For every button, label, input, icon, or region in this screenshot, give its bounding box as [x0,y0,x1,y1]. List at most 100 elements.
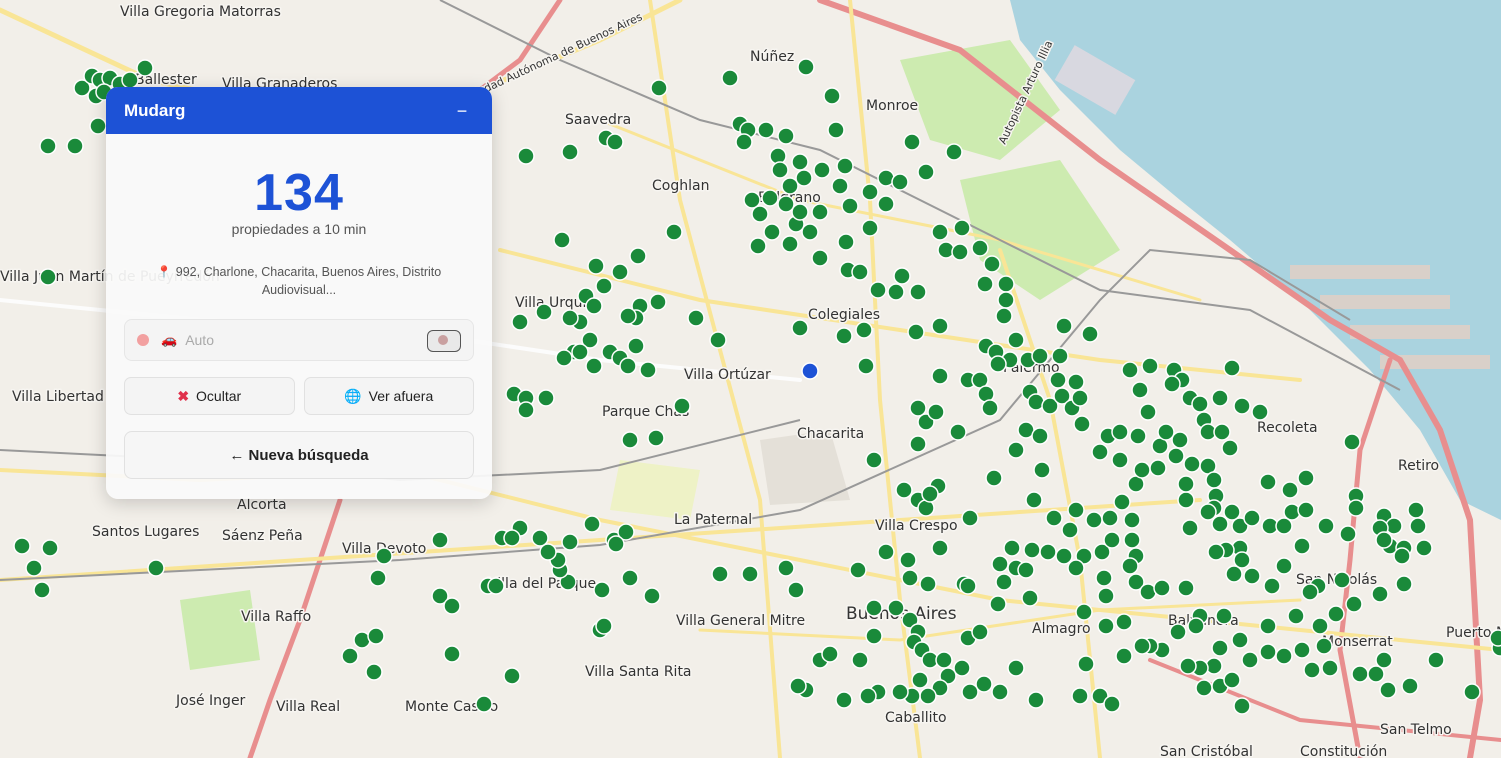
property-marker[interactable] [899,551,917,569]
property-marker[interactable] [901,569,919,587]
property-marker[interactable] [1211,515,1229,533]
property-marker[interactable] [1211,389,1229,407]
property-marker[interactable] [865,627,883,645]
property-marker[interactable] [621,431,639,449]
property-marker[interactable] [41,539,59,557]
property-marker[interactable] [561,309,579,327]
property-marker[interactable] [643,587,661,605]
property-marker[interactable] [1345,595,1363,613]
property-marker[interactable] [13,537,31,555]
property-marker[interactable] [1293,537,1311,555]
property-marker[interactable] [1077,655,1095,673]
property-marker[interactable] [587,257,605,275]
property-marker[interactable] [595,277,613,295]
property-marker[interactable] [1073,415,1091,433]
property-marker[interactable] [583,515,601,533]
property-marker[interactable] [619,357,637,375]
property-marker[interactable] [1121,557,1139,575]
property-marker[interactable] [813,161,831,179]
property-marker[interactable] [1179,657,1197,675]
property-marker[interactable] [1215,607,1233,625]
property-marker[interactable] [517,401,535,419]
property-marker[interactable] [1243,567,1261,585]
property-marker[interactable] [535,303,553,321]
property-marker[interactable] [721,69,739,87]
property-marker[interactable] [961,683,979,701]
property-marker[interactable] [1303,661,1321,679]
property-marker[interactable] [650,79,668,97]
property-marker[interactable] [375,547,393,565]
transport-mode-row[interactable]: 🚗 Auto [124,319,474,361]
property-marker[interactable] [25,559,43,577]
property-marker[interactable] [1263,577,1281,595]
property-marker[interactable] [837,233,855,251]
property-marker[interactable] [443,597,461,615]
property-marker[interactable] [836,157,854,175]
property-marker[interactable] [1027,691,1045,709]
property-marker[interactable] [1321,659,1339,677]
property-marker[interactable] [869,281,887,299]
property-marker[interactable] [891,173,909,191]
property-marker[interactable] [1131,381,1149,399]
property-marker[interactable] [1379,681,1397,699]
property-marker[interactable] [971,623,989,641]
property-marker[interactable] [1039,543,1057,561]
property-marker[interactable] [1327,605,1345,623]
property-marker[interactable] [981,399,999,417]
property-marker[interactable] [561,143,579,161]
property-marker[interactable] [665,223,683,241]
property-marker[interactable] [1095,569,1113,587]
property-marker[interactable] [1113,493,1131,511]
property-marker[interactable] [891,683,909,701]
property-marker[interactable] [1111,451,1129,469]
property-marker[interactable] [121,71,139,89]
property-marker[interactable] [1081,325,1099,343]
property-marker[interactable] [1163,375,1181,393]
property-marker[interactable] [741,565,759,583]
property-marker[interactable] [1275,647,1293,665]
property-marker[interactable] [1133,461,1151,479]
property-marker[interactable] [1375,531,1393,549]
property-marker[interactable] [1427,651,1445,669]
property-marker[interactable] [33,581,51,599]
property-marker[interactable] [1121,361,1139,379]
property-marker[interactable] [1297,501,1315,519]
property-marker[interactable] [1021,589,1039,607]
property-marker[interactable] [1259,617,1277,635]
property-marker[interactable] [1101,509,1119,527]
property-marker[interactable] [995,573,1013,591]
property-marker[interactable] [711,565,729,583]
property-marker[interactable] [147,559,165,577]
property-marker[interactable] [959,577,977,595]
property-marker[interactable] [1071,389,1089,407]
property-marker[interactable] [1343,433,1361,451]
property-marker[interactable] [931,223,949,241]
property-marker[interactable] [1195,679,1213,697]
property-marker[interactable] [855,321,873,339]
property-marker[interactable] [1115,613,1133,631]
property-marker[interactable] [517,147,535,165]
new-search-button[interactable]: ← Nueva búsqueda [124,431,474,479]
property-marker[interactable] [1031,427,1049,445]
property-marker[interactable] [1017,561,1035,579]
property-marker[interactable] [931,539,949,557]
property-marker[interactable] [787,581,805,599]
property-marker[interactable] [1281,481,1299,499]
property-marker[interactable] [887,599,905,617]
property-marker[interactable] [1141,357,1159,375]
property-marker[interactable] [1333,571,1351,589]
property-marker[interactable] [781,177,799,195]
property-marker[interactable] [1023,541,1041,559]
property-marker[interactable] [1007,331,1025,349]
property-marker[interactable] [537,389,555,407]
property-marker[interactable] [1067,373,1085,391]
property-marker[interactable] [1243,509,1261,527]
property-marker[interactable] [503,667,521,685]
property-marker[interactable] [917,163,935,181]
property-marker[interactable] [851,651,869,669]
property-marker[interactable] [827,121,845,139]
property-marker[interactable] [1251,403,1269,421]
property-marker[interactable] [1167,447,1185,465]
property-marker[interactable] [1071,687,1089,705]
property-marker[interactable] [1259,643,1277,661]
